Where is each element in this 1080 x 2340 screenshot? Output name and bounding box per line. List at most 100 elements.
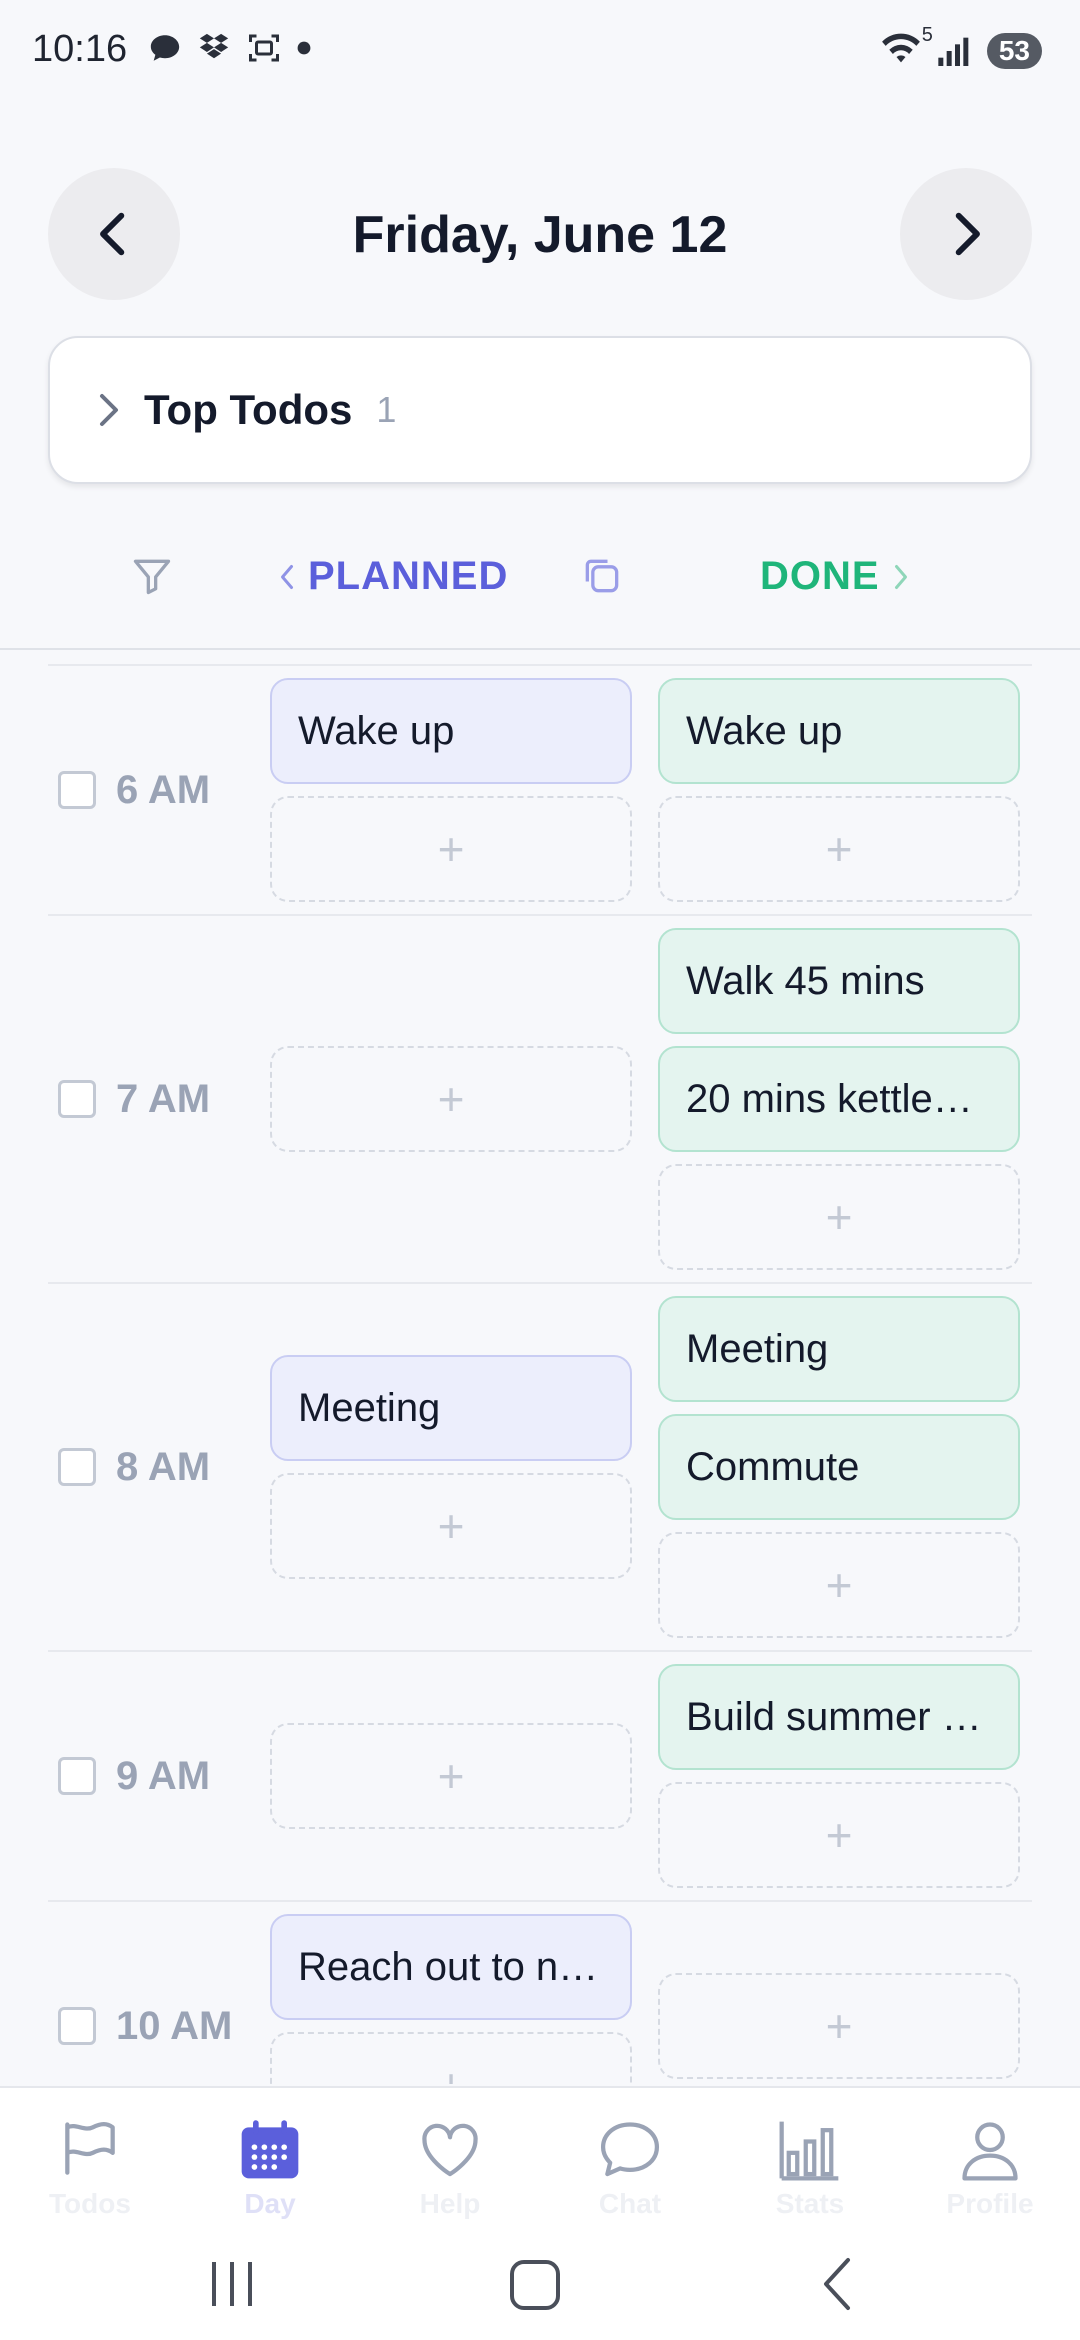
- done-column: Build summer … +: [658, 1664, 1020, 1888]
- nav-item-chat[interactable]: Chat: [540, 2088, 720, 2230]
- person-icon: [962, 2122, 1018, 2181]
- add-done-task-button[interactable]: +: [658, 1532, 1020, 1638]
- copy-planned-button[interactable]: [580, 554, 624, 603]
- hour-row: 8 AM Meeting + Meeting Commute +: [48, 1282, 1032, 1650]
- next-day-button[interactable]: [900, 168, 1032, 300]
- wifi-icon: 5: [879, 24, 933, 71]
- chevron-right-icon: [894, 564, 907, 589]
- hourly-schedule[interactable]: 6 AM Wake up + Wake up +7 AM + Walk 45 mins 20 …: [48, 664, 1032, 2084]
- nav-item-day[interactable]: Day: [180, 2088, 360, 2230]
- system-navigation: [0, 2230, 1080, 2340]
- nav-item-stats[interactable]: Stats: [720, 2088, 900, 2230]
- nav-item-todos[interactable]: Todos: [0, 2088, 180, 2230]
- nav-label: Todos: [49, 2188, 131, 2219]
- hour-checkbox[interactable]: [58, 2007, 96, 2045]
- done-task-card[interactable]: Build summer …: [658, 1664, 1020, 1770]
- planned-column: Meeting +: [270, 1355, 632, 1579]
- add-done-task-button[interactable]: +: [658, 796, 1020, 902]
- hour-header: 10 AM: [48, 2004, 270, 2049]
- done-column: Walk 45 mins 20 mins kettle… +: [658, 928, 1020, 1270]
- planned-column: Wake up +: [270, 678, 632, 902]
- chevron-right-icon: [955, 212, 980, 256]
- planned-column: +: [270, 1723, 632, 1829]
- add-done-task-button[interactable]: +: [658, 1782, 1020, 1888]
- top-todos-panel[interactable]: Top Todos 1: [48, 336, 1032, 484]
- chevron-right-icon: [100, 394, 118, 426]
- add-done-task-button[interactable]: +: [658, 1164, 1020, 1270]
- hour-label: 8 AM: [116, 1444, 211, 1489]
- home-icon: [510, 2260, 560, 2310]
- hour-checkbox[interactable]: [58, 771, 96, 809]
- bar-chart-icon: [779, 2121, 839, 2181]
- battery-level: 53: [998, 34, 1030, 66]
- hour-header: 8 AM: [48, 1445, 270, 1490]
- done-task-card[interactable]: Meeting: [658, 1296, 1020, 1402]
- planned-column-toggle[interactable]: PLANNED: [278, 554, 508, 599]
- hour-checkbox[interactable]: [58, 1757, 96, 1795]
- done-column: Meeting Commute +: [658, 1296, 1020, 1638]
- hour-checkbox[interactable]: [58, 1080, 96, 1118]
- nav-label: Help: [419, 2188, 481, 2219]
- hour-label: 6 AM: [116, 767, 211, 812]
- planned-label: PLANNED: [308, 554, 509, 598]
- chat-bubble-icon: [150, 35, 180, 61]
- hour-header: 9 AM: [48, 1754, 270, 1799]
- heart-icon: [422, 2123, 478, 2177]
- done-task-card[interactable]: Commute: [658, 1414, 1020, 1520]
- column-header: PLANNED DONE: [0, 540, 1080, 610]
- add-planned-task-button[interactable]: +: [270, 1046, 632, 1152]
- top-todos-count: 1: [376, 389, 397, 430]
- nav-item-profile[interactable]: Profile: [900, 2088, 1080, 2230]
- hour-row: 6 AM Wake up + Wake up +: [48, 664, 1032, 914]
- hour-header: 7 AM: [48, 1077, 270, 1122]
- hour-row: 9 AM + Build summer … +: [48, 1650, 1032, 1900]
- planned-task-card[interactable]: Meeting: [270, 1355, 632, 1461]
- add-planned-task-button[interactable]: +: [270, 796, 632, 902]
- done-column: +: [658, 1973, 1020, 2079]
- copy-icon: [585, 559, 619, 593]
- filter-icon: [133, 559, 171, 595]
- add-planned-task-button[interactable]: +: [270, 2032, 632, 2084]
- planned-task-card[interactable]: Reach out to n…: [270, 1914, 632, 2020]
- back-button[interactable]: [816, 2254, 860, 2319]
- done-task-card[interactable]: Walk 45 mins: [658, 928, 1020, 1034]
- back-icon: [824, 2258, 850, 2310]
- done-task-card[interactable]: 20 mins kettle…: [658, 1046, 1020, 1152]
- add-planned-task-button[interactable]: +: [270, 1723, 632, 1829]
- flag-icon: [65, 2122, 115, 2175]
- hour-row: 10 AMReach out to n…++: [48, 1900, 1032, 2084]
- home-button[interactable]: [508, 2254, 564, 2319]
- nav-label: Stats: [775, 2188, 845, 2219]
- signal-icon: [938, 37, 969, 66]
- chat-icon: [600, 2122, 660, 2177]
- calendar-icon: [241, 2120, 299, 2179]
- nav-label: Day: [244, 2188, 296, 2219]
- nav-label: Profile: [946, 2188, 1034, 2219]
- nav-item-help[interactable]: Help: [360, 2088, 540, 2230]
- planned-column: +: [270, 1046, 632, 1152]
- done-task-card[interactable]: Wake up: [658, 678, 1020, 784]
- top-todos-label: Top Todos: [144, 386, 353, 433]
- add-planned-task-button[interactable]: +: [270, 1473, 632, 1579]
- dropbox-icon: [199, 33, 229, 59]
- planned-column: Reach out to n… +: [270, 1914, 632, 2084]
- hour-label: 9 AM: [116, 1753, 211, 1798]
- chevron-left-icon: [281, 564, 293, 589]
- bottom-navigation: Todos Day Help Chat Stats Profile: [0, 2086, 1080, 2230]
- planned-task-card[interactable]: Wake up: [270, 678, 632, 784]
- dot-icon: [297, 41, 311, 55]
- status-icons-left: [148, 30, 312, 66]
- hour-checkbox[interactable]: [58, 1448, 96, 1486]
- hour-label: 7 AM: [116, 1076, 211, 1121]
- add-done-task-button[interactable]: +: [658, 1973, 1020, 2079]
- hour-row: 7 AM + Walk 45 mins 20 mins kettle… +: [48, 914, 1032, 1282]
- hour-label: 10 AM: [116, 2003, 233, 2048]
- done-column-toggle[interactable]: DONE: [760, 554, 910, 599]
- filter-button[interactable]: [130, 554, 174, 603]
- recent-apps-button[interactable]: [208, 2254, 258, 2319]
- status-icons-right: 5 53: [879, 24, 1042, 71]
- done-column: Wake up +: [658, 678, 1020, 902]
- status-bar: 10:16 5 53: [0, 0, 1080, 100]
- battery-icon: 53: [986, 32, 1042, 69]
- screenshot-icon: [249, 34, 279, 62]
